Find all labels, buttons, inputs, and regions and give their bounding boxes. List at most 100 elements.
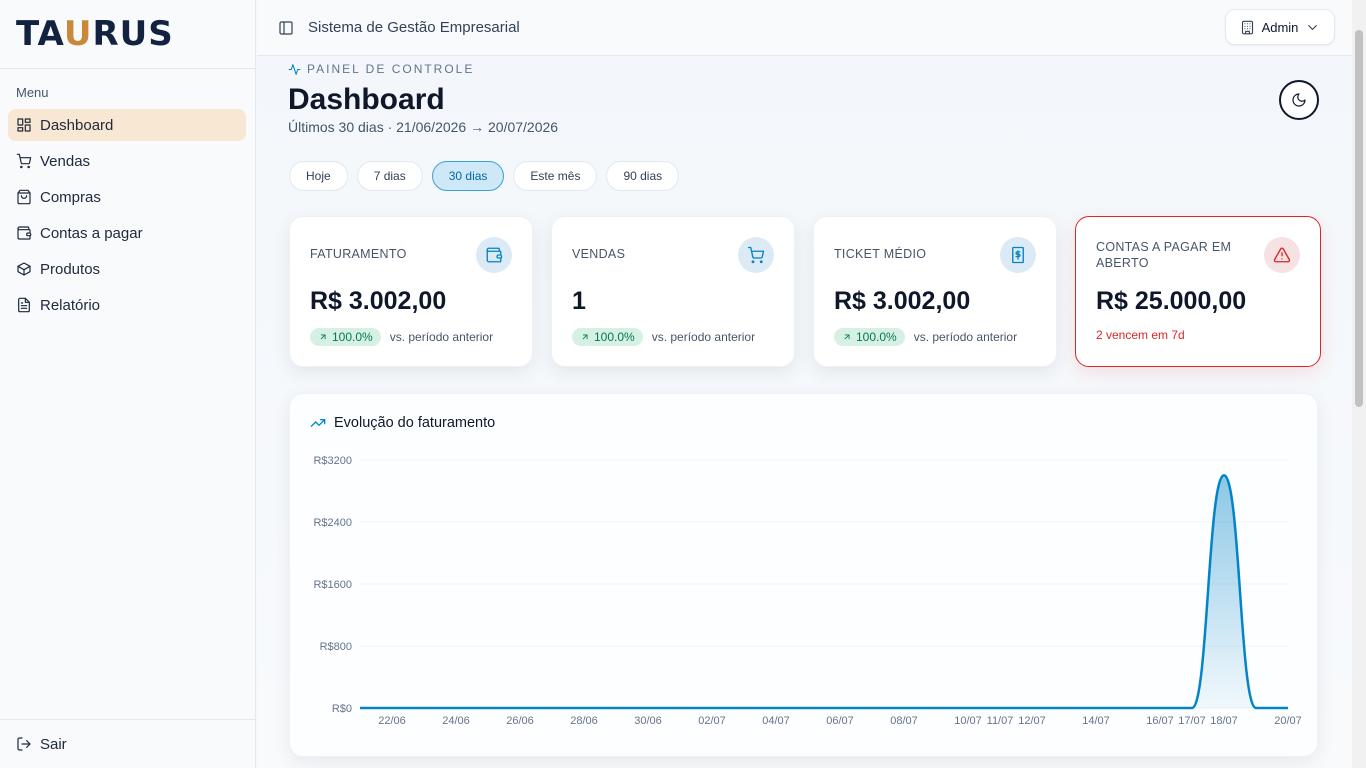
filter-hoje[interactable]: Hoje bbox=[289, 161, 348, 191]
kpi-icon bbox=[1000, 237, 1036, 273]
x-tick-label: 10/07 bbox=[954, 715, 982, 727]
scrollbar-thumb[interactable] bbox=[1355, 30, 1363, 407]
arrow-up-right-icon bbox=[582, 334, 588, 340]
series-area bbox=[360, 475, 1288, 708]
x-tick-label: 22/06 bbox=[378, 715, 406, 727]
log-out-icon bbox=[17, 737, 31, 751]
filter-7-dias[interactable]: 7 dias bbox=[356, 161, 423, 191]
x-tick-label: 28/06 bbox=[570, 715, 598, 727]
series-line bbox=[360, 474, 1288, 710]
due-soon-note: 2 vencem em 7d bbox=[1096, 328, 1185, 342]
taurus-logo[interactable]: TAURUS bbox=[16, 14, 174, 54]
x-tick-label: 16/07 bbox=[1146, 715, 1174, 727]
activity-icon bbox=[288, 63, 301, 75]
arrow-up-right-icon bbox=[844, 334, 850, 340]
sidebar-item-produtos[interactable]: Produtos bbox=[8, 253, 246, 285]
moon-icon bbox=[1292, 93, 1306, 107]
wallet-icon bbox=[17, 226, 32, 240]
sidebar-item-label: Vendas bbox=[40, 152, 91, 170]
sidebar-item-relatorio[interactable]: Relatório bbox=[8, 289, 246, 321]
dashboard-icon bbox=[17, 118, 31, 132]
kpi-card-faturamento[interactable]: FATURAMENTO R$ 3.002,00 100.0% vs. perío… bbox=[289, 216, 533, 367]
kpi-value: R$ 25.000,00 bbox=[1096, 287, 1247, 315]
trend-value: 100.0% bbox=[856, 330, 897, 344]
package-icon bbox=[17, 262, 31, 276]
app-title: Sistema de Gestão Empresarial bbox=[308, 19, 520, 36]
sidebar-item-dashboard[interactable]: Dashboard bbox=[8, 109, 246, 141]
kpi-label: CONTAS A PAGAR EM ABERTO bbox=[1096, 240, 1232, 270]
trend-value: 100.0% bbox=[594, 330, 635, 344]
filter-este-mes[interactable]: Este mês bbox=[513, 161, 598, 191]
kpi-card-vendas[interactable]: VENDAS 1 100.0% vs. período anterior bbox=[551, 216, 795, 367]
trending-up-icon bbox=[310, 419, 326, 427]
kpi-icon bbox=[476, 237, 512, 273]
sidebar-nav: Dashboard Vendas Compras Contas a pagar … bbox=[8, 109, 246, 325]
user-menu-button[interactable]: Admin bbox=[1225, 9, 1335, 45]
chevron-down-icon bbox=[1308, 24, 1318, 30]
file-text-icon bbox=[18, 297, 30, 313]
filter-30-dias[interactable]: 30 dias bbox=[431, 161, 505, 191]
shopping-bag-icon bbox=[17, 189, 31, 205]
x-tick-label: 26/06 bbox=[506, 715, 534, 727]
filter-90-dias[interactable]: 90 dias bbox=[606, 161, 680, 191]
x-tick-label: 12/07 bbox=[1018, 715, 1046, 727]
logo-text-post: RUS bbox=[92, 14, 174, 54]
chart-title: Evolução do faturamento bbox=[310, 415, 495, 431]
top-header: Sistema de Gestão Empresarial Admin bbox=[257, 0, 1352, 56]
revenue-chart-card: R$0 R$800 R$1600 R$2400 R$3200 22/06 24/06 26/0… bbox=[289, 393, 1318, 757]
sidebar-toggle-button[interactable] bbox=[278, 20, 294, 36]
receipt-icon bbox=[1012, 246, 1024, 264]
main-content: PAINEL DE CONTROLE Dashboard Últimos 30 … bbox=[257, 57, 1352, 768]
x-tick-label: 02/07 bbox=[698, 715, 726, 727]
revenue-chart: R$0 R$800 R$1600 R$2400 R$3200 22/06 24/06 26/0… bbox=[313, 455, 1302, 727]
cart-icon bbox=[16, 153, 32, 169]
sidebar-item-label: Contas a pagar bbox=[40, 224, 143, 242]
logout-button[interactable]: Sair bbox=[0, 719, 255, 768]
kpi-card-ticket-medio[interactable]: TICKET MÉDIO R$ 3.002,00 100.0% vs. perí… bbox=[813, 216, 1057, 367]
logout-label: Sair bbox=[40, 735, 67, 753]
trend-badge: 100.0% bbox=[310, 328, 381, 346]
x-tick-label: 18/07 bbox=[1210, 715, 1238, 727]
kpi-footer: 100.0% vs. período anterior bbox=[310, 328, 493, 346]
sidebar-item-compras[interactable]: Compras bbox=[8, 181, 246, 213]
trend-note: vs. período anterior bbox=[389, 330, 494, 344]
menu-label: Menu bbox=[16, 85, 49, 100]
wallet-icon bbox=[486, 247, 503, 263]
y-tick-label: R$0 bbox=[332, 703, 352, 715]
sidebar-item-vendas[interactable]: Vendas bbox=[8, 145, 246, 177]
trend-note: vs. período anterior bbox=[913, 330, 1018, 344]
sidebar-item-contas-a-pagar[interactable]: Contas a pagar bbox=[8, 217, 246, 249]
sidebar-item-label: Dashboard bbox=[40, 116, 114, 134]
kpi-footer: 100.0% vs. período anterior bbox=[572, 328, 755, 346]
logo-text-pre: TA bbox=[16, 14, 64, 54]
x-tick-label: 11/07 bbox=[987, 715, 1014, 727]
trend-badge: 100.0% bbox=[572, 328, 643, 346]
kpi-cards: FATURAMENTO R$ 3.002,00 100.0% vs. perío… bbox=[289, 216, 1321, 367]
sidebar: TAURUS Menu Dashboard Vendas Compras Con… bbox=[0, 0, 256, 768]
x-tick-label: 20/07 bbox=[1274, 715, 1302, 727]
chart-title-text: Evolução do faturamento bbox=[334, 415, 496, 431]
kpi-card-contas-a-pagar[interactable]: CONTAS A PAGAR EM ABERTO R$ 25.000,00 2 … bbox=[1075, 216, 1321, 367]
kpi-label: FATURAMENTO bbox=[310, 247, 407, 261]
kpi-value: R$ 3.002,00 bbox=[310, 287, 447, 315]
building-icon bbox=[1241, 20, 1253, 34]
theme-toggle-button[interactable] bbox=[1279, 80, 1319, 120]
x-tick-label: 04/07 bbox=[762, 715, 790, 727]
y-tick-label: R$1600 bbox=[313, 579, 352, 591]
y-tick-label: R$800 bbox=[320, 641, 352, 653]
user-name: Admin bbox=[1261, 19, 1299, 35]
page-subtitle: Últimos 30 dias · 21/06/2026 → 20/07/202… bbox=[288, 119, 559, 135]
arrow-up-right-icon bbox=[320, 334, 326, 340]
sidebar-item-label: Compras bbox=[40, 188, 101, 206]
x-tick-label: 14/07 bbox=[1082, 715, 1110, 727]
kpi-value: 1 bbox=[572, 287, 586, 315]
page-scrollbar[interactable] bbox=[1352, 0, 1366, 768]
x-tick-label: 17/07 bbox=[1178, 715, 1206, 727]
x-tick-label: 06/07 bbox=[826, 715, 854, 727]
trend-badge: 100.0% bbox=[834, 328, 905, 346]
alert-triangle-icon bbox=[1273, 247, 1291, 263]
logo-text-accent: U bbox=[63, 14, 93, 54]
page-eyebrow: PAINEL DE CONTROLE bbox=[288, 62, 474, 76]
kpi-label: VENDAS bbox=[572, 247, 626, 261]
trend-note: vs. período anterior bbox=[651, 330, 756, 344]
